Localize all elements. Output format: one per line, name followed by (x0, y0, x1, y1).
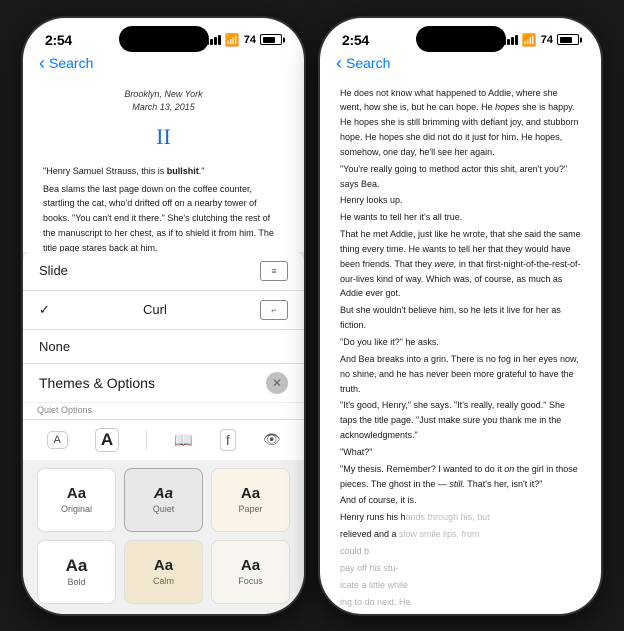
bottom-panel: Slide ≡ ✓ Curl ⌐ None Themes & Options ✕… (23, 252, 304, 614)
right-para-17: ing to do next. He (340, 595, 581, 610)
quiet-options-label: Quiet Options (23, 402, 304, 419)
theme-original[interactable]: Aa Original (37, 468, 116, 532)
theme-cards-row2: Aa Bold Aa Calm Aa Focus (23, 540, 304, 614)
option-slide[interactable]: Slide ≡ (23, 252, 304, 291)
status-icons-right: 📶 74 (503, 33, 579, 47)
theme-original-aa: Aa (67, 486, 86, 501)
right-para-8: "It's good, Henry," she says. "It's real… (340, 398, 581, 443)
theme-paper-label: Paper (238, 504, 262, 514)
time-left: 2:54 (45, 32, 72, 48)
back-button-right[interactable]: ‹ Search (336, 54, 390, 72)
right-para-15: pay off his stu- (340, 561, 581, 576)
dynamic-island (119, 26, 209, 52)
curl-check-icon: ✓ (39, 302, 50, 318)
right-para-7: And Bea breaks into a grin. There is no … (340, 352, 581, 397)
left-phone: 2:54 📶 74 ‹ Search (21, 16, 306, 616)
theme-cards-row1: Aa Original Aa Quiet Aa Paper (23, 460, 304, 540)
nav-bar-right[interactable]: ‹ Search (320, 52, 601, 78)
chapter-number: II (43, 119, 284, 154)
theme-calm[interactable]: Aa Calm (124, 540, 203, 604)
option-none[interactable]: None (23, 330, 304, 363)
theme-focus[interactable]: Aa Focus (211, 540, 290, 604)
right-para-18: has: it is, but for the first (340, 611, 581, 615)
time-right: 2:54 (342, 32, 369, 48)
slide-options: Slide ≡ ✓ Curl ⌐ None (23, 252, 304, 363)
themes-label: Themes & Options (39, 375, 155, 391)
right-para-6: "Do you like it?" he asks. (340, 335, 581, 350)
back-label-left: Search (49, 55, 93, 71)
theme-focus-label: Focus (238, 576, 263, 586)
option-none-label: None (39, 339, 70, 354)
phones-container: 2:54 📶 74 ‹ Search (21, 16, 603, 616)
right-para-9: "What?" (340, 445, 581, 460)
back-chevron-right: ‹ (336, 54, 342, 72)
back-label-right: Search (346, 55, 390, 71)
theme-bold-label: Bold (67, 577, 85, 587)
book-header: Brooklyn, New YorkMarch 13, 2015 II (43, 88, 284, 154)
right-para-0: He does not know what happened to Addie,… (340, 86, 581, 160)
right-para-5: But she wouldn't believe him, so he lets… (340, 303, 581, 333)
status-icons-left: 📶 74 (206, 33, 282, 47)
slide-icon: ≡ (260, 261, 288, 281)
themes-bar: Themes & Options ✕ (23, 363, 304, 402)
theme-calm-aa: Aa (154, 558, 173, 573)
right-para-16: icate a little while (340, 578, 581, 593)
back-chevron-left: ‹ (39, 54, 45, 72)
right-para-13: relieved and a slow smile lips, from (340, 527, 581, 542)
right-para-11: And of course, it is. (340, 493, 581, 508)
option-curl-label: Curl (143, 302, 167, 317)
theme-quiet-label: Quiet (153, 504, 175, 514)
font-small-button[interactable]: A (47, 431, 68, 449)
battery-icon (260, 34, 282, 45)
theme-bold[interactable]: Aa Bold (37, 540, 116, 604)
curl-icon: ⌐ (260, 300, 288, 320)
book-para-1: Bea slams the last page down on the coff… (43, 182, 284, 256)
right-phone: 2:54 📶 74 ‹ Search H (318, 16, 603, 616)
right-para-4: That he met Addie, just like he wrote, t… (340, 227, 581, 301)
right-para-12: Henry runs his hands through his, but (340, 510, 581, 525)
theme-calm-label: Calm (153, 576, 174, 586)
book-display-icon[interactable]: 📖 (174, 431, 193, 449)
eye-icon[interactable]: 👁 (263, 431, 281, 448)
font-type-icon[interactable]: f (220, 429, 236, 451)
wifi-icon-right: 📶 (522, 33, 537, 47)
font-large-button[interactable]: A (95, 428, 119, 452)
right-para-10: "My thesis. Remember? I wanted to do it … (340, 462, 581, 492)
book-para-0: "Henry Samuel Strauss, this is bullshit.… (43, 164, 284, 179)
theme-quiet[interactable]: Aa Quiet (124, 468, 203, 532)
battery-percent-left: 74 (244, 34, 256, 46)
right-para-2: Henry looks up. (340, 193, 581, 208)
theme-paper[interactable]: Aa Paper (211, 468, 290, 532)
back-button-left[interactable]: ‹ Search (39, 54, 93, 72)
book-content-right: He does not know what happened to Addie,… (320, 78, 601, 616)
theme-focus-aa: Aa (241, 558, 260, 573)
theme-quiet-aa: Aa (154, 486, 173, 501)
font-controls: A A 📖 f 👁 (23, 419, 304, 460)
book-location: Brooklyn, New YorkMarch 13, 2015 (43, 88, 284, 115)
wifi-icon: 📶 (225, 33, 240, 47)
nav-bar-left[interactable]: ‹ Search (23, 52, 304, 78)
option-curl[interactable]: ✓ Curl ⌐ (23, 291, 304, 330)
option-slide-label: Slide (39, 263, 68, 278)
battery-icon-right (557, 34, 579, 45)
close-button[interactable]: ✕ (266, 372, 288, 394)
dynamic-island-right (416, 26, 506, 52)
theme-paper-aa: Aa (241, 486, 260, 501)
theme-original-label: Original (61, 504, 92, 514)
right-para-3: He wants to tell her it's all true. (340, 210, 581, 225)
right-para-14: could b (340, 544, 581, 559)
divider-1 (146, 430, 147, 450)
right-para-1: "You're really going to method actor thi… (340, 162, 581, 192)
theme-bold-aa: Aa (66, 557, 88, 574)
battery-percent-right: 74 (541, 34, 553, 46)
